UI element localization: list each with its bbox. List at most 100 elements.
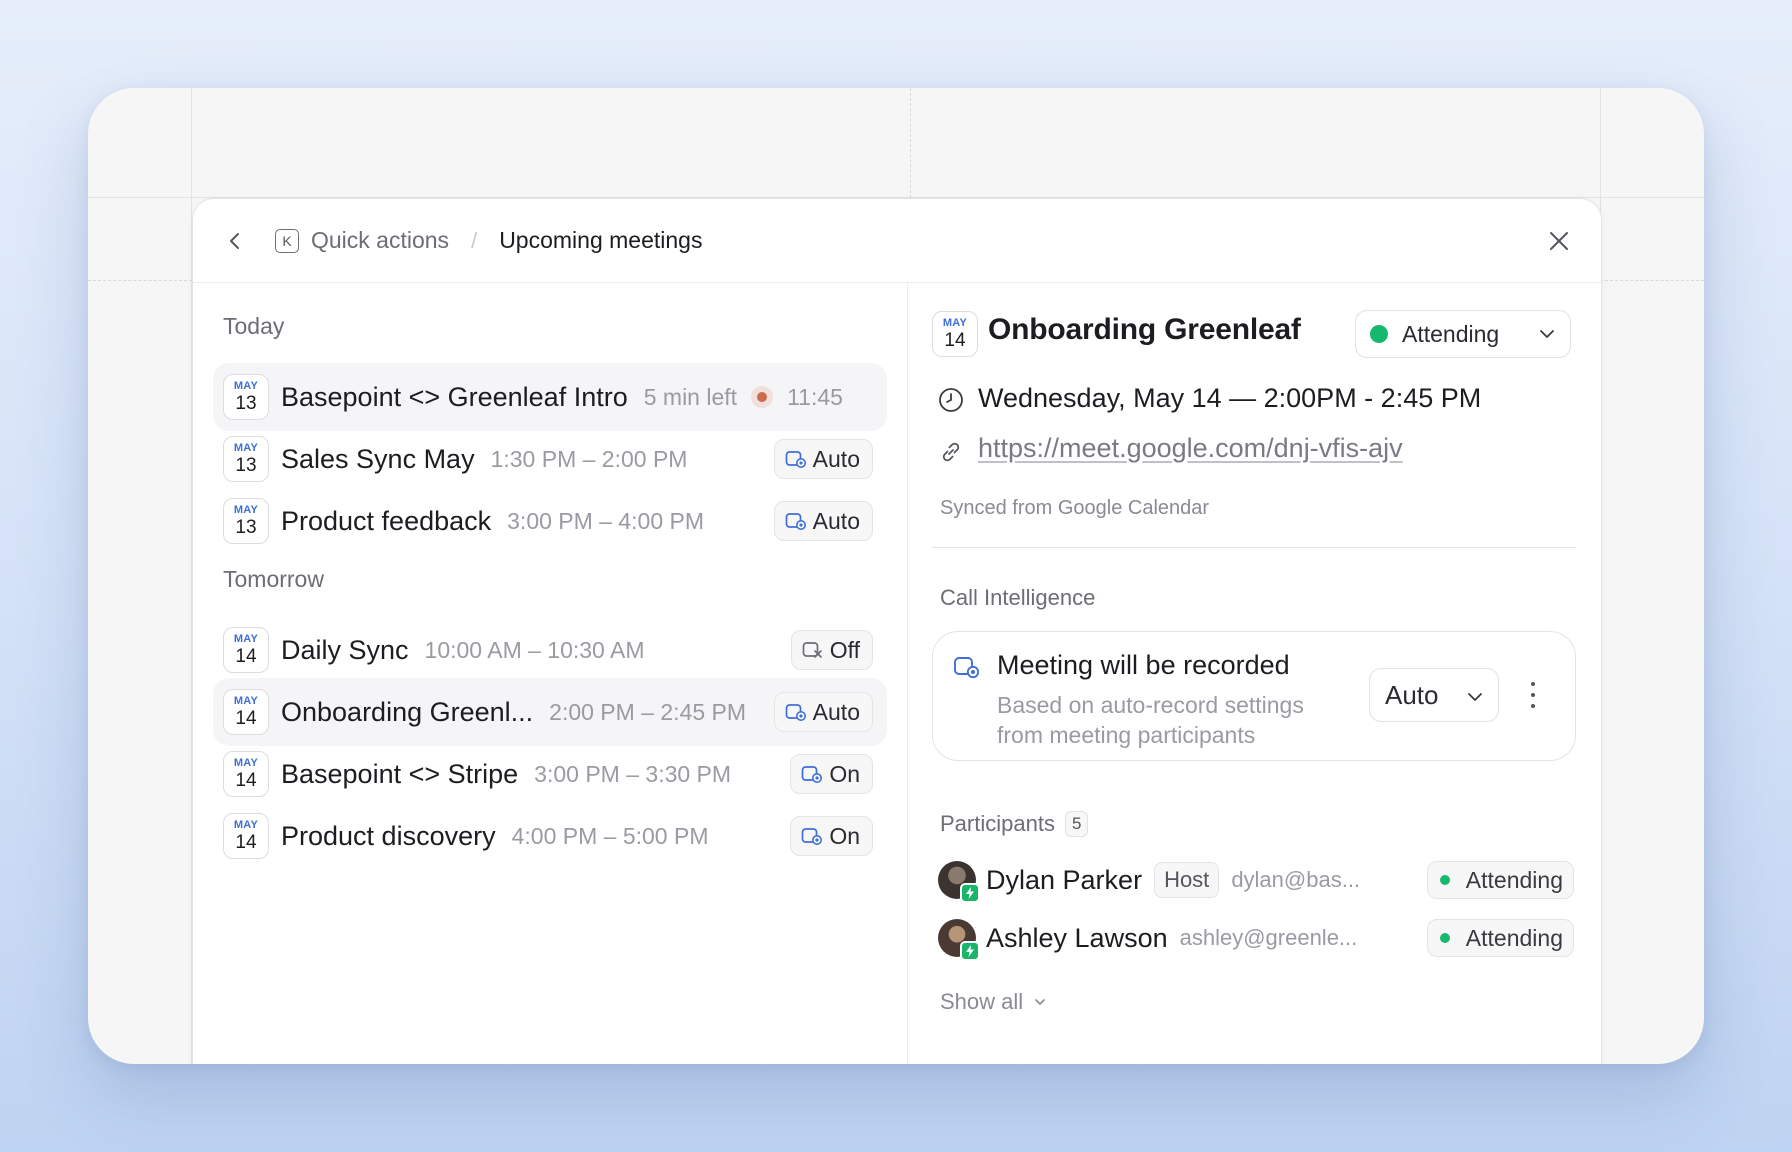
link-icon [942,442,960,462]
bolt-icon [960,883,980,903]
record-toggle[interactable]: Auto [773,439,873,479]
record-label: On [829,822,860,849]
status-dot-icon [1439,933,1450,943]
meeting-time: 3:00 PM – 4:00 PM [507,507,705,534]
meeting-row[interactable]: MAY 13 Basepoint <> Greenleaf Intro 5 mi… [213,363,887,431]
date-month: MAY [942,317,968,329]
meeting-row[interactable]: MAY 13 Sales Sync May 1:30 PM – 2:00 PM … [213,425,887,493]
meeting-row[interactable]: MAY 13 Product feedback 3:00 PM – 4:00 P… [213,487,887,555]
back-button[interactable] [223,229,247,253]
status-label: Attending [1465,866,1563,893]
panel-header: K Quick actions / Upcoming meetings [193,199,1601,283]
avatar [938,919,980,961]
attendance-dropdown[interactable]: Attending [1355,310,1571,358]
record-label: Auto [812,698,860,725]
date-day: 13 [235,455,257,476]
meeting-detail-title: Onboarding Greenleaf [988,313,1301,346]
date-day: 14 [944,330,966,351]
chevron-down-icon [1468,693,1482,701]
date-month: MAY [233,695,259,707]
recording-description: Based on auto-record settings from meeti… [997,692,1304,748]
record-mode-value: Auto [1385,679,1439,710]
status-label: Attending [1465,924,1563,951]
status-dot-icon [1439,875,1450,885]
breadcrumb-quick-actions[interactable]: Quick actions [311,227,449,254]
show-all-label: Show all [940,989,1024,1014]
date-day: 14 [235,708,257,729]
breadcrumb-separator: / [471,227,478,253]
meeting-start-time: 11:45 [787,383,843,410]
date-day: 14 [235,832,257,853]
recording-card: Meeting will be recorded Based on auto-r… [932,631,1576,761]
meeting-row[interactable]: MAY 14 Product discovery 4:00 PM – 5:00 … [213,802,887,870]
record-camera-icon [785,451,806,468]
section-today: Today [223,313,285,339]
close-button[interactable] [1545,227,1573,255]
date-month: MAY [233,757,259,769]
chevron-down-icon [1035,999,1045,1005]
date-month: MAY [233,819,259,831]
date-month: MAY [233,633,259,645]
record-mode-select[interactable]: Auto [1369,668,1499,722]
record-label: On [829,760,860,787]
bolt-icon [960,941,980,961]
record-toggle[interactable]: Auto [773,692,873,732]
meeting-row-selected[interactable]: MAY 14 Onboarding Greenl... 2:00 PM – 2:… [213,678,887,746]
record-camera-icon [954,657,980,679]
host-badge: Host [1154,862,1220,898]
chevron-left-icon [230,232,239,249]
record-toggle[interactable]: Auto [773,501,873,541]
chevron-down-icon [1540,330,1554,338]
meeting-title: Sales Sync May [281,443,475,474]
more-vertical-icon[interactable] [1523,682,1543,708]
date-tile: MAY 13 [223,498,269,544]
breadcrumb-current: Upcoming meetings [499,227,703,253]
recording-title: Meeting will be recorded [997,650,1290,680]
meeting-time: 10:00 AM – 10:30 AM [424,636,645,663]
record-label: Auto [812,507,860,534]
date-tile: MAY 14 [223,689,269,735]
meeting-time: 5 min left [643,383,738,410]
record-toggle[interactable]: On [790,816,873,856]
record-toggle[interactable]: Off [790,630,873,670]
meeting-datetime: Wednesday, May 14 — 2:00PM - 2:45 PM [978,383,1482,413]
participant-email: ashley@greenle... [1179,925,1358,950]
guide-line [910,88,911,198]
participant-row[interactable]: Dylan Parker Host dylan@bas... Attending [938,858,1574,903]
meeting-time: 4:00 PM – 5:00 PM [511,822,709,849]
clock-icon [939,388,963,412]
guide-line [1600,280,1704,281]
participant-row[interactable]: Ashley Lawson ashley@greenle... Attendin… [938,916,1574,961]
date-tile: MAY 13 [223,436,269,482]
record-camera-icon [801,828,823,845]
meeting-title: Daily Sync [281,634,409,665]
date-day: 13 [235,393,257,414]
participants-label: Participants [940,811,1055,836]
meeting-row[interactable]: MAY 14 Daily Sync 10:00 AM – 10:30 AM Of… [213,616,887,684]
meeting-list: Today MAY 13 Basepoint <> Greenleaf Intr… [193,283,907,1064]
date-month: MAY [233,442,259,454]
record-label: Off [829,636,860,663]
participant-email: dylan@bas... [1231,867,1361,892]
date-tile: MAY 13 [223,374,269,420]
record-toggle[interactable]: On [790,754,873,794]
show-all-button[interactable]: Show all [940,989,1047,1015]
participants-header: Participants 5 [940,811,1089,837]
record-camera-icon [785,513,806,530]
meeting-time: 2:00 PM – 2:45 PM [549,698,747,725]
attendance-label: Attending [1402,320,1500,347]
date-tile: MAY 14 [223,627,269,673]
call-intelligence-label: Call Intelligence [940,585,1096,610]
sync-source: Synced from Google Calendar [940,497,1210,519]
avatar [938,861,980,903]
meeting-title: Product feedback [281,505,492,536]
meeting-row[interactable]: MAY 14 Basepoint <> Stripe 3:00 PM – 3:3… [213,740,887,808]
date-day: 14 [235,770,257,791]
meeting-time: 1:30 PM – 2:00 PM [490,445,688,472]
record-label: Auto [812,445,860,472]
participant-status: Attending [1426,861,1574,899]
participant-name: Ashley Lawson [986,922,1168,953]
meeting-link[interactable]: https://meet.google.com/dnj-vfis-ajv [978,433,1403,464]
guide-line [88,280,192,281]
date-tile: MAY 14 [223,813,269,859]
